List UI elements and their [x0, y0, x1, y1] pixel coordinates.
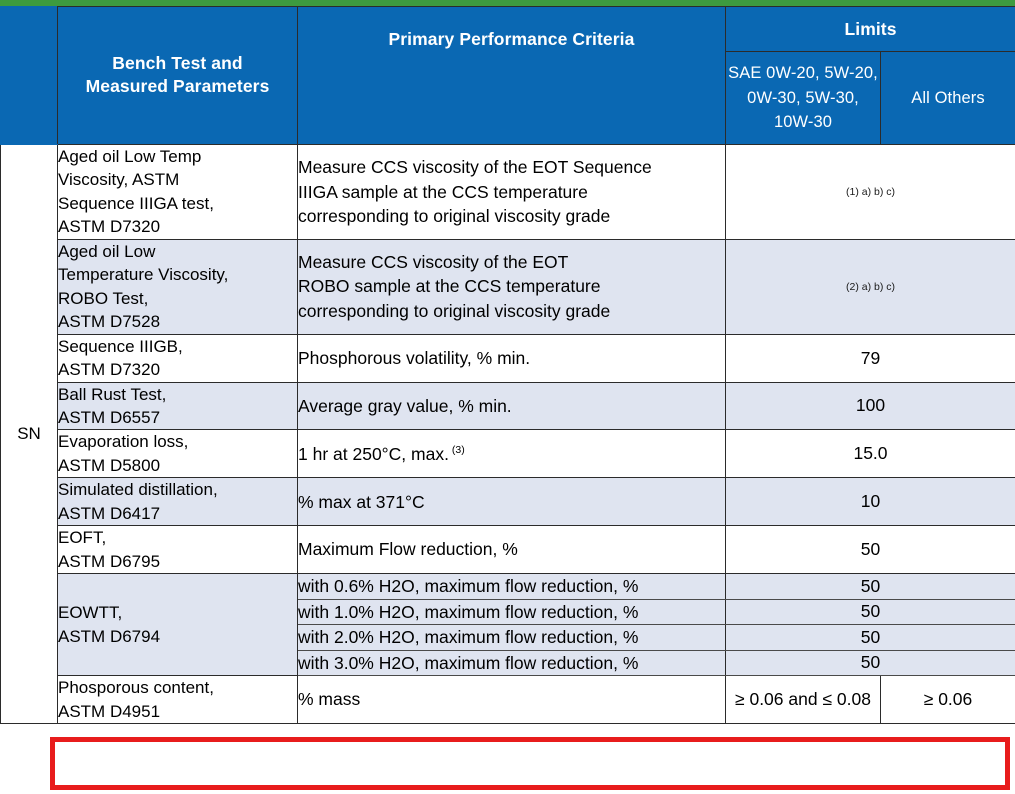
header-bench-test-line2: Measured Parameters [85, 75, 270, 96]
cell-text-line: EOWTT, [58, 603, 123, 623]
cell-performance-criteria: % max at 371°C [297, 477, 726, 527]
cell-text-line: ASTM D6794 [58, 626, 161, 646]
phosphorus-row-highlight-box [50, 737, 1010, 790]
cell-limit-value: 50 [724, 598, 1015, 626]
cell-text-line: Evaporation loss, [58, 432, 189, 452]
cell-text-line: Phosporous content, [58, 678, 214, 698]
cell-text-line: 1 hr at 250°C, max. (3) [298, 443, 465, 464]
cell-text-line: % max at 371°C [298, 491, 425, 512]
cell-text-line: ASTM D6417 [58, 503, 161, 523]
cell-limit-value: 50 [724, 624, 1015, 651]
cell-performance-criteria: Maximum Flow reduction, % [297, 525, 726, 575]
table-header: Bench Test and Measured Parameters Prima… [0, 6, 1015, 145]
cell-bench-test: Ball Rust Test, ASTM D6557 [57, 381, 298, 431]
cell-text-line: Measure CCS viscosity of the EOT [298, 251, 569, 272]
cell-limit-value: 79 [724, 333, 1015, 383]
table-row: Sequence IIIGB, ASTM D7320 Phosphorous vol… [1, 333, 1015, 383]
cell-text-line: Aged oil Low [58, 241, 156, 261]
category-cell-sn: SN [0, 143, 58, 725]
cell-performance-criteria: % mass [297, 675, 726, 725]
cell-text-line: ASTM D5800 [58, 455, 161, 475]
criteria-footnote-marker: (3) [448, 443, 465, 456]
cell-bench-test: Aged oil Low Temperature Viscosity, ROBO T… [57, 238, 298, 335]
table-row: EOFT, ASTM D6795 Maximum Flow reduction, %… [1, 525, 1015, 575]
cell-performance-criteria: Measure CCS viscosity of the EOT ROBO sam… [297, 238, 726, 335]
cell-performance-criteria: Average gray value, % min. [297, 381, 726, 431]
header-limits-all-others: All Others [879, 51, 1015, 145]
cell-performance-criteria: Phosphorous volatility, % min. [297, 333, 726, 383]
cell-text-line: IIIGA sample at the CCS temperature [298, 181, 588, 202]
cell-bench-test: EOWTT, ASTM D6794 [57, 573, 298, 676]
table-row-highlighted: Phosporous content, ASTM D4951% mass ≥ 0.0… [1, 675, 1015, 725]
cell-limit-sae-grades: ≥ 0.06 and ≤ 0.08 [725, 675, 881, 725]
table-row: SN Aged oil Low Temp Viscosity, ASTM Sequen… [0, 143, 1015, 725]
header-limits: Limits [724, 6, 1015, 52]
header-primary-performance-criteria: Primary Performance Criteria [297, 6, 726, 145]
cell-text-line: Sequence IIIGA test, [58, 193, 214, 213]
header-sae-line1: SAE 0W-20, [728, 63, 820, 82]
cell-text-line: Ball Rust Test, [58, 384, 167, 404]
cell-limit-value: 100 [724, 381, 1015, 431]
cell-text-line: Sequence IIIGB, [58, 336, 183, 356]
cell-limit-value: (1) a) b) c) [724, 144, 1015, 240]
cell-bench-test: Sequence IIIGB, ASTM D7320 [57, 333, 298, 383]
cell-text-line: Temperature Viscosity, [58, 265, 229, 285]
cell-text-line: ASTM D7320 [58, 360, 161, 380]
header-limits-sae-grades: SAE 0W-20, 5W-20, 0W-30, 5W-30, 10W-30 [725, 51, 881, 145]
cell-performance-criteria: 1 hr at 250°C, max. (3) [297, 429, 726, 479]
cell-limit-value: 50 [724, 649, 1015, 677]
cell-performance-criteria: with 3.0% H2O, maximum flow reduction, % [297, 649, 726, 677]
cell-limit-value: (2) a) b) c) [724, 238, 1015, 335]
cell-bench-test: Phosporous content, ASTM D4951 [57, 675, 298, 725]
cell-text-line: corresponding to original viscosity grad… [298, 206, 611, 227]
table-body: SN Aged oil Low Temp Viscosity, ASTM Sequen… [0, 143, 1015, 725]
table-row: Evaporation loss, ASTM D5800 1 hr at 250°C… [1, 429, 1015, 479]
cell-text-line: Viscosity, ASTM [58, 170, 180, 190]
cell-performance-criteria: Measure CCS viscosity of the EOT Sequenc… [297, 144, 726, 240]
cell-bench-test: Aged oil Low Temp Viscosity, ASTM Sequence… [57, 144, 298, 240]
spec-table-page: Bench Test and Measured Parameters Prima… [0, 0, 1015, 794]
table-row: Aged oil Low Temperature Viscosity, ROBO T… [1, 238, 1015, 335]
header-criteria-label: Primary Performance Criteria [388, 28, 635, 49]
cell-text-line: ROBO sample at the CCS temperature [298, 276, 601, 297]
cell-text-line: EOFT, [58, 528, 107, 548]
cell-text-line: Maximum Flow reduction, % [298, 539, 518, 560]
header-corner-blank [0, 6, 58, 145]
header-row-primary: Bench Test and Measured Parameters Prima… [0, 6, 1015, 145]
cell-text-line: ASTM D7320 [58, 217, 161, 237]
cell-bench-test: Simulated distillation, ASTM D6417 [57, 477, 298, 527]
header-bench-test-line1: Bench Test and [112, 53, 243, 74]
cell-text-line: Aged oil Low Temp [58, 147, 202, 166]
cell-text-line: ASTM D4951 [58, 701, 161, 721]
cell-text-line: ASTM D6557 [58, 407, 161, 427]
specification-table: Bench Test and Measured Parameters Prima… [0, 6, 1015, 725]
cell-text-line: corresponding to original viscosity grad… [298, 300, 611, 321]
cell-performance-criteria: with 1.0% H2O, maximum flow reduction, % [297, 598, 726, 626]
header-bench-test: Bench Test and Measured Parameters [57, 6, 298, 145]
cell-text-line: ROBO Test, [58, 288, 149, 308]
cell-text-line: Simulated distillation, [58, 480, 218, 500]
cell-limit-value: 50 [724, 573, 1015, 600]
cell-limit-value: 10 [724, 477, 1015, 527]
cell-text-line: ASTM D7528 [58, 312, 161, 332]
cell-text-line: Measure CCS viscosity of the EOT Sequenc… [298, 157, 652, 178]
cell-performance-criteria: with 0.6% H2O, maximum flow reduction, % [297, 573, 726, 600]
cell-bench-test: Evaporation loss, ASTM D5800 [57, 429, 298, 479]
cell-limit-all-others: ≥ 0.06 [879, 675, 1015, 725]
cell-text-line: Average gray value, % min. [298, 395, 512, 416]
cell-limit-value: 50 [724, 525, 1015, 575]
table-row: Ball Rust Test, ASTM D6557 Average gray va… [1, 381, 1015, 431]
cell-performance-criteria: with 2.0% H2O, maximum flow reduction, % [297, 624, 726, 651]
table-row: Simulated distillation, ASTM D6417 % max … [1, 477, 1015, 527]
cell-text-line: Phosphorous volatility, % min. [298, 347, 531, 368]
table-row: EOWTT, ASTM D6794 with 0.6% H2O, maximum f… [1, 573, 1015, 676]
cell-text-line: ASTM D6795 [58, 551, 161, 571]
cell-limit-value: 15.0 [724, 429, 1015, 479]
cell-bench-test: EOFT, ASTM D6795 [57, 525, 298, 575]
